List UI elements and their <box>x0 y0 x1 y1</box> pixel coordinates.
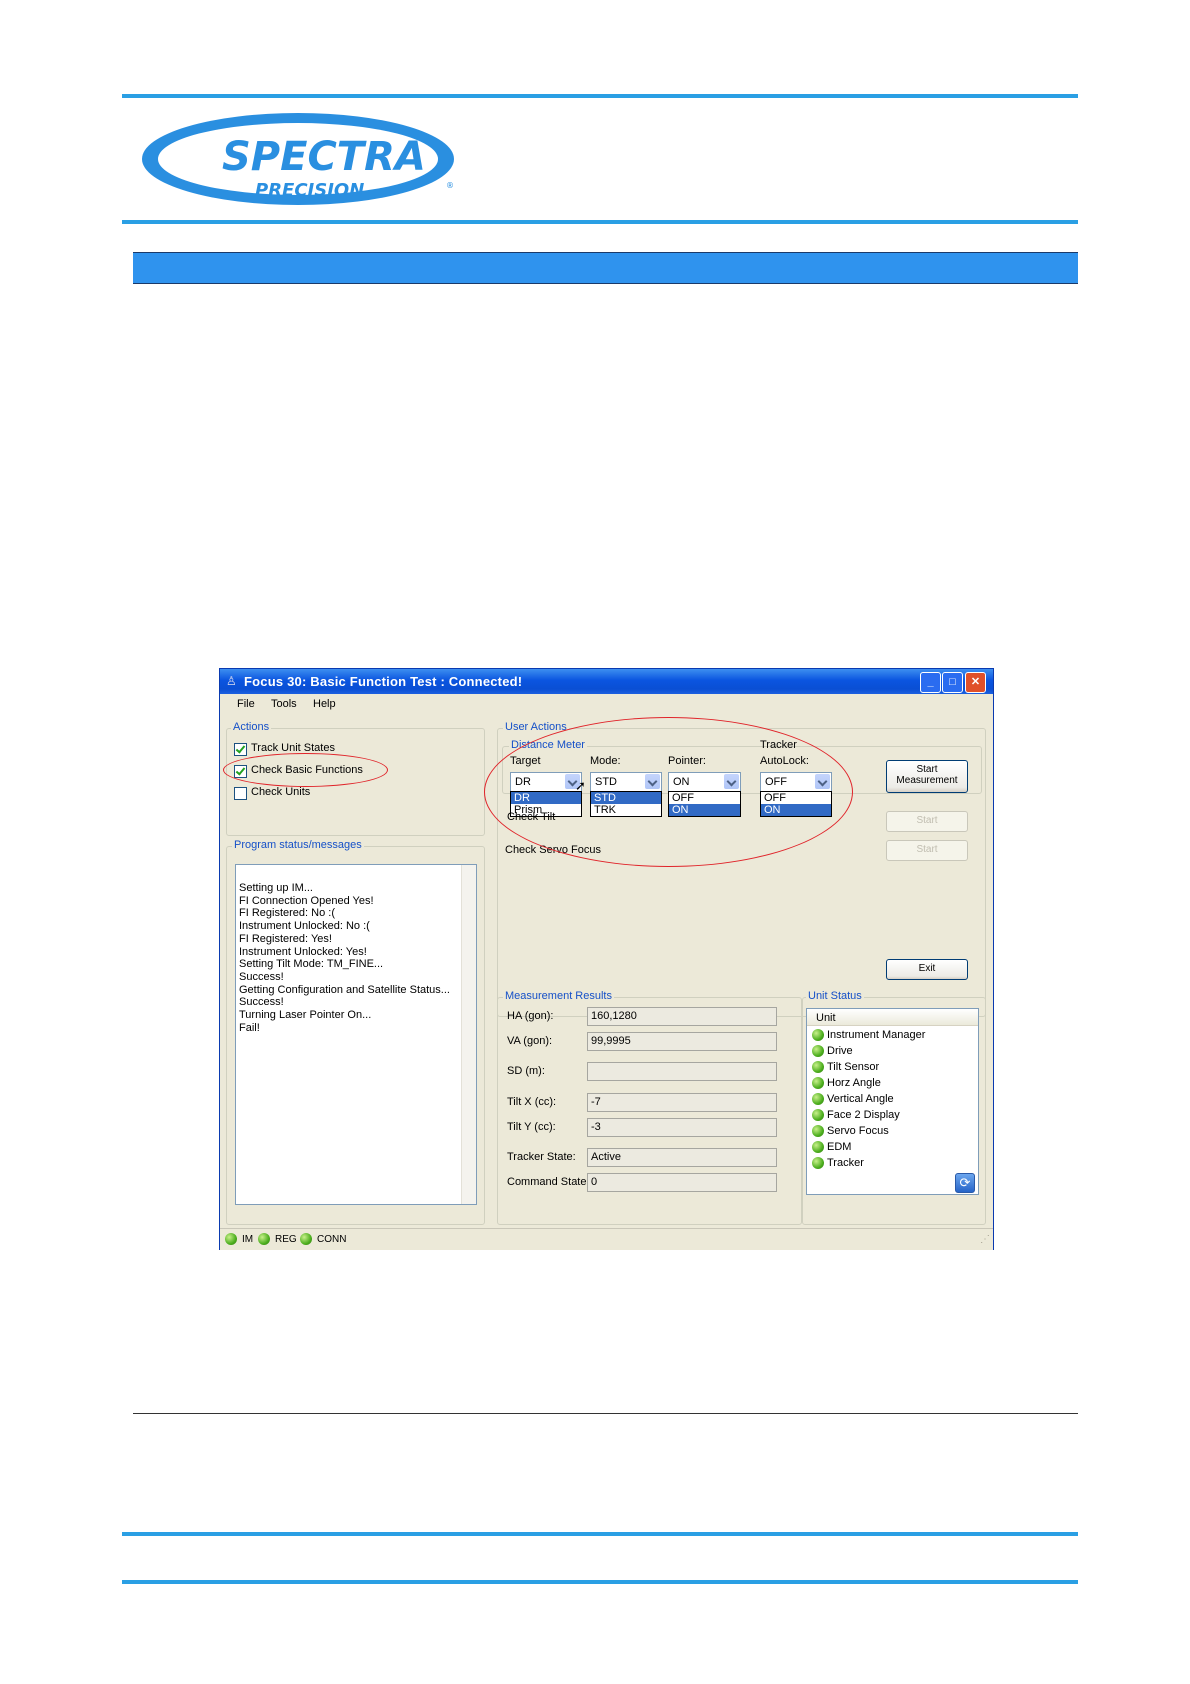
highlight-ring-check-basic-functions <box>223 753 388 787</box>
tilt-x-label: Tilt X (cc): <box>507 1096 557 1108</box>
tilt-y-value: -3 <box>591 1121 601 1133</box>
app-icon: ♙ <box>226 674 237 688</box>
status-ok-icon <box>812 1077 824 1089</box>
close-button[interactable]: ✕ <box>965 672 986 693</box>
maximize-button[interactable]: □ <box>942 672 963 693</box>
va-value: 99,9995 <box>591 1035 631 1047</box>
sd-label: SD (m): <box>507 1065 545 1077</box>
program-status-list[interactable]: Setting up IM... FI Connection Opened Ye… <box>235 864 477 1205</box>
header-top-line <box>122 94 1078 98</box>
status-ok-icon <box>812 1125 824 1137</box>
status-message: Fail! <box>239 1021 260 1034</box>
logo-registered-mark: ® <box>446 181 454 190</box>
status-ok-icon <box>812 1141 824 1153</box>
status-ok-icon <box>812 1109 824 1121</box>
status-message: Instrument Unlocked: No :( <box>239 920 370 933</box>
ha-value: 160,1280 <box>591 1010 637 1022</box>
status-message: Instrument Unlocked: Yes! <box>239 945 367 958</box>
program-status-label: Program status/messages <box>232 839 364 851</box>
logo-text-precision: PRECISION <box>255 180 364 201</box>
ha-label: HA (gon): <box>507 1010 554 1022</box>
minimize-button[interactable]: _ <box>920 672 941 693</box>
status-bar: IM REG CONN ⋰ <box>220 1228 993 1250</box>
va-field: 99,9995 <box>587 1032 777 1051</box>
conn-status-label: CONN <box>317 1234 347 1245</box>
start-measurement-button[interactable]: Start Measurement <box>886 760 968 793</box>
logo-text-spectra: SPECTRA <box>222 134 426 180</box>
footer-separator-line <box>133 1413 1078 1414</box>
status-message: Getting Configuration and Satellite Stat… <box>239 983 450 996</box>
va-label: VA (gon): <box>507 1035 553 1047</box>
im-status-label: IM <box>242 1234 254 1245</box>
highlight-ring-user-actions <box>484 717 853 867</box>
footer-line-1 <box>122 1532 1078 1536</box>
tilt-y-field: -3 <box>587 1118 777 1137</box>
status-message: FI Registered: No :( <box>239 907 335 920</box>
reg-status-label: REG <box>275 1234 297 1245</box>
menu-file[interactable]: File <box>237 698 255 710</box>
command-state-label: Command State: <box>507 1176 590 1188</box>
footer-line-2 <box>122 1580 1078 1584</box>
unit-status-label: Unit Status <box>806 990 864 1002</box>
measurement-results-label: Measurement Results <box>503 990 614 1002</box>
status-message: FI Registered: Yes! <box>239 932 332 945</box>
menu-help[interactable]: Help <box>313 698 336 710</box>
command-state-field: 0 <box>587 1173 777 1192</box>
tracker-state-value: Active <box>591 1151 621 1163</box>
header-bottom-line <box>122 220 1078 224</box>
status-message: Turning Laser Pointer On... <box>239 1009 372 1022</box>
status-message: Setting Tilt Mode: TM_FINE... <box>239 958 384 971</box>
status-scrollbar[interactable] <box>461 865 476 1204</box>
unit-status-list[interactable]: Unit Instrument Manager Drive Tilt Senso… <box>806 1008 979 1195</box>
status-messages: Setting up IM... FI Connection Opened Ye… <box>239 882 450 1034</box>
status-ok-icon <box>812 1093 824 1105</box>
refresh-icon[interactable]: ⟳ <box>955 1173 975 1193</box>
window-titlebar[interactable]: ♙ Focus 30: Basic Function Test : Connec… <box>220 669 993 694</box>
tracker-state-field: Active <box>587 1148 777 1167</box>
start-measurement-line2: Measurement <box>896 775 958 786</box>
tilt-y-label: Tilt Y (cc): <box>507 1121 556 1133</box>
conn-status-icon <box>300 1233 312 1245</box>
spectra-precision-logo: SPECTRA PRECISION ® <box>142 113 454 205</box>
ha-field: 160,1280 <box>587 1007 777 1026</box>
window-title: Focus 30: Basic Function Test : Connecte… <box>244 674 523 689</box>
actions-label: Actions <box>231 721 272 733</box>
start-check-servo-focus-label: Start <box>916 844 938 855</box>
tilt-x-value: -7 <box>591 1096 601 1108</box>
app-window: ♙ Focus 30: Basic Function Test : Connec… <box>219 668 994 1250</box>
unit-list-header-label: Unit <box>816 1012 836 1024</box>
menu-tools[interactable]: Tools <box>271 698 297 710</box>
check-units-checkbox[interactable] <box>234 787 247 800</box>
section-header-bar <box>133 252 1078 284</box>
start-check-servo-focus-button[interactable]: Start <box>886 840 968 861</box>
status-message: Success! <box>239 996 284 1009</box>
status-ok-icon <box>812 1029 824 1041</box>
im-status-icon <box>225 1233 237 1245</box>
status-ok-icon <box>812 1157 824 1169</box>
start-check-tilt-label: Start <box>916 815 938 826</box>
status-ok-icon <box>812 1045 824 1057</box>
exit-button[interactable]: Exit <box>886 959 968 980</box>
resize-grip-icon[interactable]: ⋰ <box>980 1234 990 1245</box>
status-message: FI Connection Opened Yes! <box>239 894 374 907</box>
reg-status-icon <box>258 1233 270 1245</box>
unit-list-header[interactable]: Unit <box>807 1009 978 1026</box>
menu-bar: File Tools Help <box>220 694 993 714</box>
tilt-x-field: -7 <box>587 1093 777 1112</box>
status-message: Setting up IM... <box>239 882 313 894</box>
exit-button-label: Exit <box>918 963 936 974</box>
status-ok-icon <box>812 1061 824 1073</box>
status-message: Success! <box>239 970 284 983</box>
start-check-tilt-button[interactable]: Start <box>886 811 968 832</box>
sd-field <box>587 1062 777 1081</box>
tracker-state-label: Tracker State: <box>507 1151 576 1163</box>
check-units-label: Check Units <box>251 786 311 798</box>
track-unit-states-checkbox[interactable] <box>234 743 247 756</box>
command-state-value: 0 <box>591 1176 598 1188</box>
start-measurement-line1: Start <box>916 764 938 775</box>
